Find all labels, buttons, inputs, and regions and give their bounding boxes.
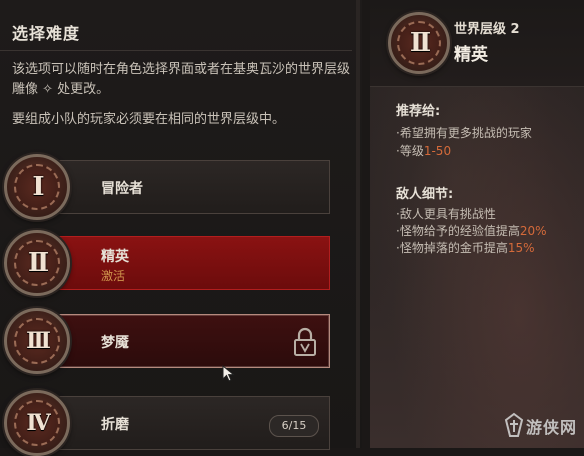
difficulty-option-nightmare[interactable]: 梦魇 — [44, 314, 330, 368]
enemy-detail-item: ·敌人更具有挑战性 — [396, 207, 496, 221]
recommended-item: ·希望拥有更多挑战的玩家 — [396, 126, 532, 140]
tier-3-medal-icon: III — [4, 308, 70, 374]
tier-1-medal-icon: I — [4, 154, 70, 220]
enemy-detail-item: ·怪物掉落的金币提高15% — [396, 241, 535, 255]
mouse-cursor-icon — [222, 365, 235, 382]
difficulty-option-adventurer[interactable]: 冒险者 — [44, 160, 330, 214]
tier-numeral: I — [32, 172, 44, 202]
recommended-item: ·等级1-50 — [396, 144, 452, 158]
recommended-heading: 推荐给: — [396, 104, 441, 119]
tier-4-medal-icon: IV — [4, 390, 70, 456]
difficulty-option-veteran[interactable]: 精英 激活 — [44, 236, 330, 290]
tier-numeral: II — [409, 28, 431, 58]
description-change-location: 该选项可以随时在角色选择界面或者在基奥瓦沙的世界层级雕像 ✧ 处更改。 — [12, 62, 351, 97]
active-status: 激活 — [101, 269, 126, 283]
panel-title: 选择难度 — [12, 24, 81, 43]
difficulty-label: 梦魇 — [101, 335, 129, 351]
tier-2-medal-icon: II — [388, 12, 450, 74]
world-tier-name: 精英 — [454, 45, 488, 65]
watermark-icon — [504, 412, 524, 437]
difficulty-detail-panel: II 世界层级 2 精英 推荐给: ·希望拥有更多挑战的玩家 ·等级1-50 敌… — [370, 0, 584, 448]
tier-numeral: III — [26, 328, 51, 354]
tier-numeral: II — [27, 248, 49, 278]
tier-numeral: IV — [26, 410, 50, 436]
difficulty-label: 精英 — [101, 249, 129, 265]
title-divider — [0, 50, 352, 51]
difficulty-label: 折磨 — [101, 417, 129, 433]
enemy-detail-item: ·怪物给予的经验值提高20% — [396, 224, 547, 238]
enemy-details-heading: 敌人细节: — [396, 187, 454, 202]
lock-icon — [294, 327, 316, 356]
watermark-text: 游侠网 — [526, 418, 578, 437]
difficulty-label: 冒险者 — [101, 181, 143, 197]
difficulty-option-torment[interactable]: 折磨 6/15 — [44, 396, 330, 450]
description-party-rule: 要组成小队的玩家必须要在相同的世界层级中。 — [12, 112, 286, 127]
watermark-logo: 游侠网 — [504, 410, 578, 440]
world-tier-label: 世界层级 2 — [454, 22, 520, 37]
scrollbar[interactable] — [356, 0, 360, 448]
difficulty-panel: 选择难度 该选项可以随时在角色选择界面或者在基奥瓦沙的世界层级雕像 ✧ 处更改。… — [0, 0, 362, 456]
unlock-progress-badge: 6/15 — [269, 415, 319, 437]
tier-2-medal-icon: II — [4, 230, 70, 296]
